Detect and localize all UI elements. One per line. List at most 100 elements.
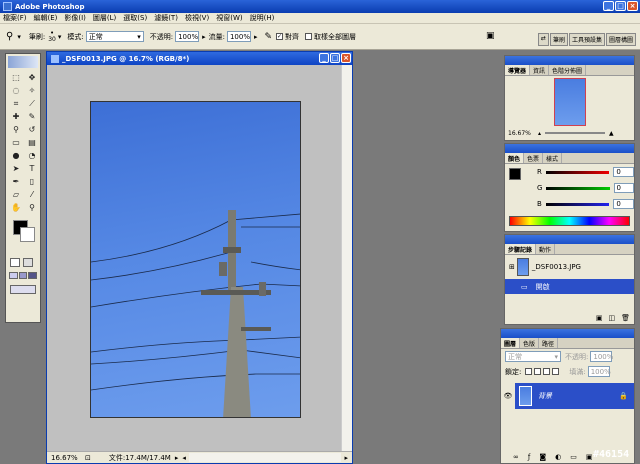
magic-wand-tool-icon[interactable]: ✧ bbox=[25, 85, 39, 97]
jump-to-imageready-icon[interactable] bbox=[10, 285, 36, 294]
menu-edit[interactable]: 編輯(E) bbox=[34, 13, 58, 23]
adobe-feather-icon[interactable] bbox=[8, 56, 38, 68]
lock-transparency-checkbox[interactable] bbox=[525, 368, 533, 375]
color-fg-swatch[interactable] bbox=[509, 168, 521, 180]
layer-mask-icon[interactable]: ◙ bbox=[539, 453, 546, 461]
menu-view[interactable]: 檢視(V) bbox=[185, 13, 209, 23]
link-layers-icon[interactable]: ∞ bbox=[513, 453, 519, 461]
shape-tool-icon[interactable]: ▯ bbox=[25, 176, 39, 188]
tab-history[interactable]: 步驟記錄 bbox=[505, 244, 537, 254]
navigator-preview[interactable] bbox=[505, 76, 634, 128]
layer-visibility-eye-icon[interactable]: 👁 bbox=[501, 383, 515, 409]
screen-mode-standard-icon[interactable] bbox=[9, 272, 18, 279]
document-horizontal-scrollbar[interactable] bbox=[188, 453, 342, 462]
menu-select[interactable]: 選取(S) bbox=[123, 13, 147, 23]
tab-layers[interactable]: 圖層 bbox=[501, 338, 521, 348]
blue-value[interactable]: 0 bbox=[613, 199, 634, 209]
navigator-view-box[interactable] bbox=[554, 78, 586, 126]
red-value[interactable]: 0 bbox=[613, 167, 634, 177]
menu-window[interactable]: 視窗(W) bbox=[216, 13, 242, 23]
document-minimize-button[interactable]: _ bbox=[319, 53, 329, 63]
opacity-dropdown-icon[interactable]: ▸ bbox=[202, 33, 206, 41]
dodge-tool-icon[interactable]: ◔ bbox=[25, 150, 39, 162]
tab-navigator[interactable]: 導覽器 bbox=[505, 65, 531, 75]
menu-help[interactable]: 說明(H) bbox=[250, 13, 275, 23]
blur-tool-icon[interactable]: ● bbox=[9, 150, 23, 162]
lock-position-checkbox[interactable] bbox=[543, 368, 551, 375]
blue-slider[interactable] bbox=[545, 202, 610, 206]
sample-all-checkbox[interactable] bbox=[305, 33, 313, 40]
new-group-icon[interactable]: ▭ bbox=[570, 453, 577, 461]
opacity-field[interactable]: 100% bbox=[175, 31, 200, 42]
history-brush-tool-icon[interactable]: ↺ bbox=[25, 124, 39, 136]
adjustment-layer-icon[interactable]: ◐ bbox=[555, 453, 561, 461]
tab-paths[interactable]: 路徑 bbox=[539, 338, 559, 348]
file-browser-icon[interactable]: ▣ bbox=[486, 31, 495, 41]
layer-name[interactable]: 背景 bbox=[538, 391, 619, 401]
screen-mode-full-icon[interactable] bbox=[28, 272, 38, 279]
healing-brush-tool-icon[interactable]: ✚ bbox=[9, 111, 23, 123]
document-maximize-button[interactable]: □ bbox=[330, 53, 340, 63]
zoom-level[interactable]: 16.67% bbox=[51, 454, 85, 462]
aligned-checkbox[interactable]: ✓ bbox=[276, 33, 284, 40]
history-brush-source-icon[interactable]: ⊞ bbox=[509, 263, 515, 271]
layer-style-icon[interactable]: ƒ bbox=[528, 453, 530, 461]
new-layer-icon[interactable]: ▣ bbox=[586, 453, 593, 461]
path-selection-tool-icon[interactable]: ➤ bbox=[9, 163, 23, 175]
airbrush-icon[interactable]: ✎ bbox=[264, 32, 272, 42]
panel-header[interactable] bbox=[505, 235, 634, 244]
red-slider[interactable] bbox=[545, 170, 610, 174]
panel-header[interactable] bbox=[501, 329, 634, 338]
mode-select[interactable]: 正常 ▾ bbox=[85, 31, 144, 42]
tab-brushes[interactable]: 筆刷 bbox=[549, 33, 568, 46]
navigator-zoom-slider[interactable] bbox=[545, 132, 606, 134]
green-value[interactable]: 0 bbox=[613, 183, 634, 193]
layer-opacity-field[interactable]: 100% bbox=[590, 351, 613, 362]
panel-header[interactable] bbox=[505, 56, 634, 65]
tab-swatches[interactable]: 色票 bbox=[524, 153, 544, 163]
notes-tool-icon[interactable]: ▱ bbox=[9, 189, 23, 201]
document-close-button[interactable]: × bbox=[341, 53, 351, 63]
trash-icon[interactable]: 🗑 bbox=[621, 314, 630, 322]
gradient-tool-icon[interactable]: ▤ bbox=[25, 137, 39, 149]
tab-tool-presets[interactable]: 工具預設集 bbox=[568, 33, 605, 46]
clone-stamp-icon[interactable]: ⚲ bbox=[6, 31, 13, 42]
brush-dropdown-icon[interactable]: ▾ bbox=[58, 33, 62, 41]
brush-picker[interactable]: • 30 bbox=[48, 30, 56, 44]
background-color-swatch[interactable] bbox=[20, 227, 35, 242]
flow-dropdown-icon[interactable]: ▸ bbox=[254, 33, 258, 41]
brush-tool-icon[interactable]: ✎ bbox=[25, 111, 39, 123]
document-canvas[interactable] bbox=[47, 65, 341, 451]
new-snapshot-icon[interactable]: ◫ bbox=[608, 314, 615, 322]
lock-all-checkbox[interactable] bbox=[552, 368, 560, 375]
slice-tool-icon[interactable]: ⟋ bbox=[25, 98, 39, 110]
menu-image[interactable]: 影像(I) bbox=[64, 13, 86, 23]
clone-stamp-tool-icon[interactable]: ⚲ bbox=[9, 124, 23, 136]
menu-file[interactable]: 檔案(F) bbox=[3, 13, 27, 23]
eyedropper-tool-icon[interactable]: ⁄ bbox=[25, 189, 39, 201]
history-step[interactable]: ▭ 開啟 bbox=[505, 279, 634, 294]
type-tool-icon[interactable]: T bbox=[25, 163, 39, 175]
lasso-tool-icon[interactable]: ◌ bbox=[9, 85, 23, 97]
fill-field[interactable]: 100% bbox=[587, 366, 611, 377]
doc-hscroll-left[interactable]: ◂ bbox=[182, 454, 186, 462]
tab-histogram[interactable]: 色階分佈圖 bbox=[549, 65, 587, 75]
menu-layer[interactable]: 圖層(L) bbox=[93, 13, 116, 23]
pen-tool-icon[interactable]: ✒ bbox=[9, 176, 23, 188]
tool-preset-picker[interactable]: ▾ bbox=[17, 33, 21, 41]
minimize-button[interactable]: _ bbox=[603, 1, 614, 11]
doc-hscroll-right[interactable]: ▸ bbox=[344, 454, 348, 462]
hand-tool-icon[interactable]: ✋ bbox=[9, 202, 23, 214]
menu-filter[interactable]: 濾鏡(T) bbox=[154, 13, 178, 23]
crop-tool-icon[interactable]: ⌗ bbox=[9, 98, 23, 110]
flow-field[interactable]: 100% bbox=[226, 31, 251, 42]
tab-channels[interactable]: 色版 bbox=[520, 338, 540, 348]
quick-mask-icon[interactable] bbox=[23, 258, 33, 267]
marquee-tool-icon[interactable]: ⬚ bbox=[9, 72, 23, 84]
panel-header[interactable] bbox=[505, 144, 634, 153]
maximize-button[interactable]: □ bbox=[615, 1, 626, 11]
tab-styles[interactable]: 樣式 bbox=[543, 153, 563, 163]
lock-image-checkbox[interactable] bbox=[534, 368, 542, 375]
status-menu-arrow[interactable]: ▸ bbox=[175, 454, 179, 462]
zoom-tool-icon[interactable]: ⚲ bbox=[25, 202, 39, 214]
